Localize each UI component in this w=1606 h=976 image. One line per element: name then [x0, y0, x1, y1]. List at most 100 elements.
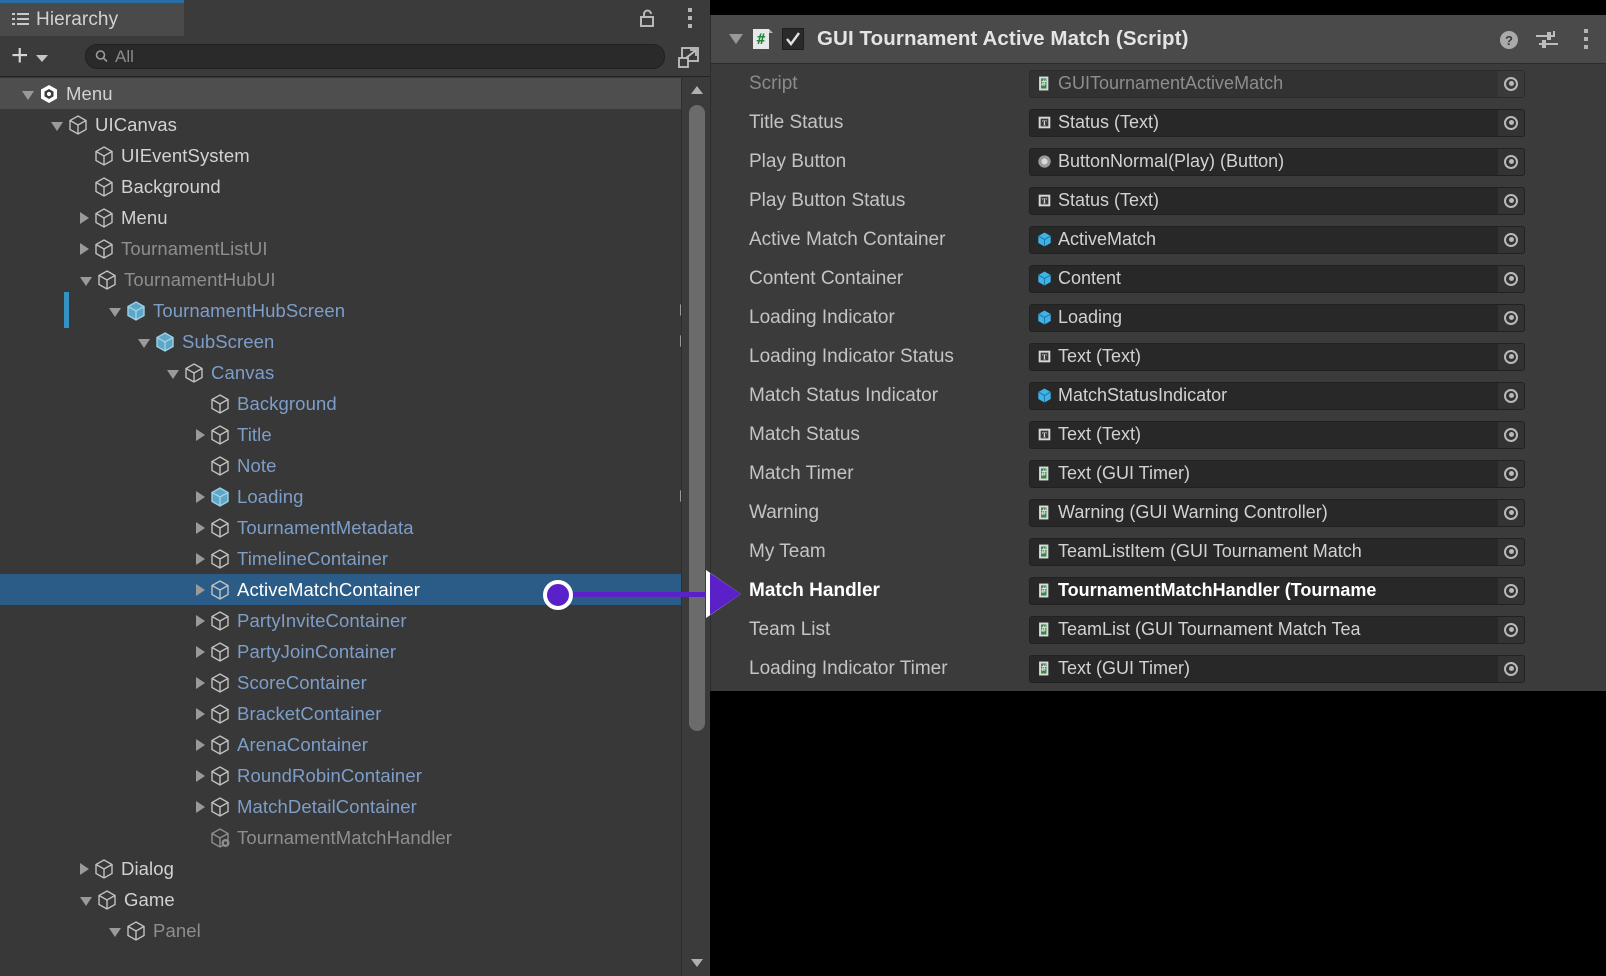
object-picker-target-icon[interactable] — [1498, 656, 1524, 682]
object-picker-target-icon[interactable] — [1498, 500, 1524, 526]
object-picker-target-icon[interactable] — [1498, 149, 1524, 175]
object-picker-target-icon[interactable] — [1498, 539, 1524, 565]
triangle-right-icon[interactable] — [196, 522, 205, 534]
triangle-right-icon[interactable] — [196, 708, 205, 720]
triangle-down-icon[interactable] — [80, 897, 92, 906]
triangle-down-icon[interactable] — [138, 339, 150, 348]
hierarchy-kebab-menu-icon[interactable] — [688, 8, 692, 32]
object-reference-field[interactable]: #Text (GUI Timer) — [1029, 655, 1525, 683]
object-reference-field[interactable]: ButtonNormal(Play) (Button) — [1029, 148, 1525, 176]
object-reference-field[interactable]: #TeamListItem (GUI Tournament Match — [1029, 538, 1525, 566]
preset-sliders-icon[interactable] — [1535, 29, 1559, 51]
object-reference-field[interactable]: Loading — [1029, 304, 1525, 332]
hierarchy-row-scorecontainer[interactable]: ScoreContainer — [0, 667, 710, 698]
hierarchy-row-note[interactable]: Note — [0, 450, 710, 481]
triangle-right-icon[interactable] — [196, 801, 205, 813]
inspector-kebab-menu-icon[interactable] — [1584, 29, 1588, 53]
hierarchy-row-canvas[interactable]: Canvas — [0, 357, 710, 388]
hierarchy-row-background[interactable]: Background — [0, 171, 710, 202]
hierarchy-row-activematchcontainer[interactable]: ActiveMatchContainer — [0, 574, 710, 605]
hierarchy-row-partyjoincontainer[interactable]: PartyJoinContainer — [0, 636, 710, 667]
object-reference-field[interactable]: #TournamentMatchHandler (Tourname — [1029, 577, 1525, 605]
triangle-right-icon[interactable] — [196, 584, 205, 596]
arrow-up-icon[interactable] — [691, 86, 703, 94]
object-reference-field[interactable]: TStatus (Text) — [1029, 109, 1525, 137]
hierarchy-row-subscreen[interactable]: SubScreen — [0, 326, 710, 357]
hierarchy-row-tournamentlistui[interactable]: TournamentListUI — [0, 233, 710, 264]
add-gameobject-button[interactable]: + — [11, 42, 48, 70]
hierarchy-row-game[interactable]: Game — [0, 884, 710, 915]
hierarchy-row-dialog[interactable]: Dialog — [0, 853, 710, 884]
open-in-new-icon[interactable] — [677, 46, 703, 70]
triangle-down-icon[interactable] — [109, 928, 121, 937]
object-picker-target-icon[interactable] — [1498, 461, 1524, 487]
hierarchy-row-panel[interactable]: Panel — [0, 915, 710, 946]
triangle-right-icon[interactable] — [196, 770, 205, 782]
object-reference-field[interactable]: Content — [1029, 265, 1525, 293]
hierarchy-row-timelinecontainer[interactable]: TimelineContainer — [0, 543, 710, 574]
triangle-right-icon[interactable] — [196, 553, 205, 565]
arrow-down-icon[interactable] — [691, 959, 703, 967]
object-picker-target-icon[interactable] — [1498, 110, 1524, 136]
object-reference-field[interactable]: ActiveMatch — [1029, 226, 1525, 254]
triangle-down-icon[interactable] — [22, 91, 34, 100]
hierarchy-row-background[interactable]: Background — [0, 388, 710, 419]
hierarchy-row-arenacontainer[interactable]: ArenaContainer — [0, 729, 710, 760]
object-reference-field[interactable]: TText (Text) — [1029, 421, 1525, 449]
hierarchy-row-matchdetailcontainer[interactable]: MatchDetailContainer — [0, 791, 710, 822]
triangle-right-icon[interactable] — [196, 646, 205, 658]
object-reference-field[interactable]: #TeamList (GUI Tournament Match Tea — [1029, 616, 1525, 644]
hierarchy-list-icon — [12, 11, 29, 28]
object-picker-target-icon[interactable] — [1498, 578, 1524, 604]
hierarchy-row-uieventsystem[interactable]: UIEventSystem — [0, 140, 710, 171]
object-reference-field[interactable]: TText (Text) — [1029, 343, 1525, 371]
triangle-right-icon[interactable] — [196, 677, 205, 689]
object-picker-target-icon[interactable] — [1498, 266, 1524, 292]
triangle-down-icon[interactable] — [51, 122, 63, 131]
hierarchy-tree[interactable]: MenuUICanvasUIEventSystemBackgroundMenuT… — [0, 78, 710, 976]
object-reference-field[interactable]: #Text (GUI Timer) — [1029, 460, 1525, 488]
triangle-down-icon[interactable] — [80, 277, 92, 286]
hierarchy-row-menu[interactable]: Menu — [0, 202, 710, 233]
object-picker-target-icon[interactable] — [1498, 305, 1524, 331]
triangle-right-icon[interactable] — [196, 615, 205, 627]
triangle-down-icon[interactable] — [109, 308, 121, 317]
hierarchy-row-roundrobincontainer[interactable]: RoundRobinContainer — [0, 760, 710, 791]
help-icon[interactable]: ? — [1498, 29, 1520, 51]
hierarchy-row-tournamenthubui[interactable]: TournamentHubUI — [0, 264, 710, 295]
component-enabled-checkbox[interactable] — [782, 28, 804, 50]
hierarchy-row-menu[interactable]: Menu — [0, 78, 710, 109]
object-picker-target-icon[interactable] — [1498, 227, 1524, 253]
lock-open-icon[interactable] — [638, 8, 658, 28]
hierarchy-row-uicanvas[interactable]: UICanvas — [0, 109, 710, 140]
hierarchy-scrollbar[interactable] — [681, 78, 710, 976]
triangle-right-icon[interactable] — [196, 491, 205, 503]
hierarchy-row-tournamentmetadata[interactable]: TournamentMetadata — [0, 512, 710, 543]
hierarchy-row-tournamenthubscreen[interactable]: TournamentHubScreen — [0, 295, 710, 326]
object-picker-target-icon[interactable] — [1498, 344, 1524, 370]
hierarchy-row-tournamentmatchhandler[interactable]: TournamentMatchHandler — [0, 822, 710, 853]
triangle-down-icon[interactable] — [729, 34, 743, 44]
object-picker-target-icon[interactable] — [1498, 383, 1524, 409]
triangle-down-icon[interactable] — [167, 370, 179, 379]
hierarchy-row-loading[interactable]: Loading — [0, 481, 710, 512]
triangle-right-icon[interactable] — [80, 212, 89, 224]
search-input[interactable]: All — [85, 44, 665, 69]
hierarchy-row-label: UICanvas — [95, 114, 177, 136]
tab-hierarchy[interactable]: Hierarchy — [0, 0, 184, 36]
object-picker-target-icon[interactable] — [1498, 422, 1524, 448]
hierarchy-row-title[interactable]: Title — [0, 419, 710, 450]
triangle-right-icon[interactable] — [196, 429, 205, 441]
object-reference-field[interactable]: #Warning (GUI Warning Controller) — [1029, 499, 1525, 527]
object-reference-field[interactable]: TStatus (Text) — [1029, 187, 1525, 215]
triangle-right-icon[interactable] — [80, 243, 89, 255]
hierarchy-row-bracketcontainer[interactable]: BracketContainer — [0, 698, 710, 729]
object-reference-field[interactable]: MatchStatusIndicator — [1029, 382, 1525, 410]
component-header[interactable]: # GUI Tournament Active Match (Script) ? — [711, 15, 1606, 64]
hierarchy-row-partyinvitecontainer[interactable]: PartyInviteContainer — [0, 605, 710, 636]
scrollbar-thumb[interactable] — [689, 105, 705, 731]
object-picker-target-icon[interactable] — [1498, 617, 1524, 643]
triangle-right-icon[interactable] — [80, 863, 89, 875]
object-picker-target-icon[interactable] — [1498, 188, 1524, 214]
triangle-right-icon[interactable] — [196, 739, 205, 751]
